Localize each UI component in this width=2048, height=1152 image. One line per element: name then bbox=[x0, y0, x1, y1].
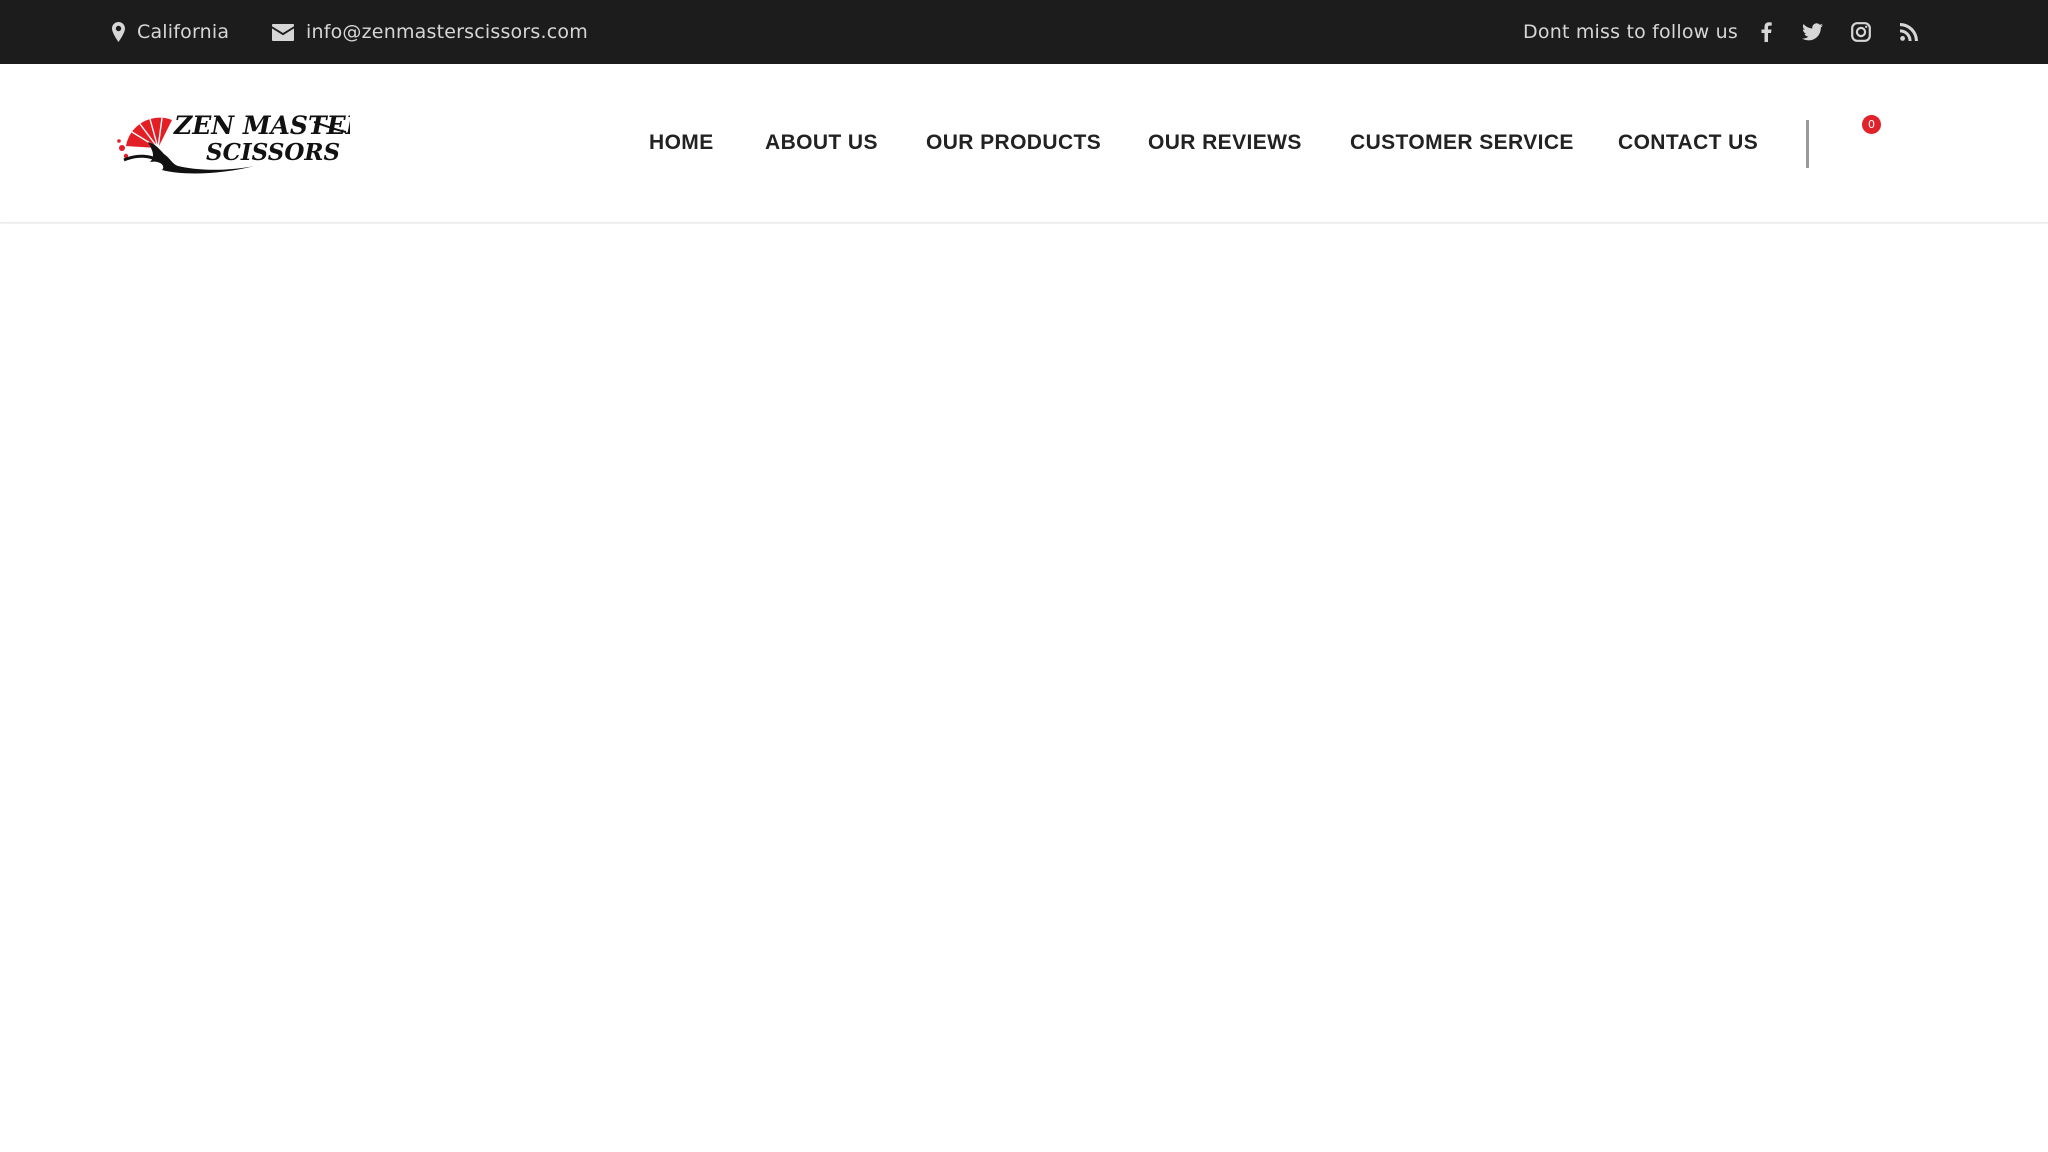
nav-home[interactable]: HOME bbox=[649, 64, 714, 222]
nav-customer-service[interactable]: CUSTOMER SERVICE bbox=[1350, 64, 1574, 222]
site-header: ZEN MASTER SCISSORS HOME ABOUT US OUR PR… bbox=[0, 64, 2048, 223]
envelope-icon bbox=[272, 23, 294, 41]
twitter-icon[interactable] bbox=[1796, 0, 1828, 64]
site-logo[interactable]: ZEN MASTER SCISSORS bbox=[114, 104, 366, 180]
nav-divider bbox=[1806, 120, 1809, 168]
logo-line2: SCISSORS bbox=[206, 139, 340, 166]
follow-text: Dont miss to follow us bbox=[1523, 21, 1738, 43]
instagram-icon[interactable] bbox=[1845, 0, 1877, 64]
top-bar: California info@zenmasterscissors.com Do… bbox=[0, 0, 2048, 64]
nav-our-products[interactable]: OUR PRODUCTS bbox=[926, 64, 1101, 222]
nav-our-reviews[interactable]: OUR REVIEWS bbox=[1148, 64, 1302, 222]
map-marker-icon bbox=[112, 22, 125, 42]
cart-count-badge: 0 bbox=[1862, 115, 1881, 134]
facebook-icon[interactable] bbox=[1750, 0, 1782, 64]
nav-about-us[interactable]: ABOUT US bbox=[765, 64, 878, 222]
rss-icon[interactable] bbox=[1893, 0, 1925, 64]
main-content bbox=[0, 224, 2048, 1152]
location-text: California bbox=[137, 21, 230, 43]
email-link[interactable]: info@zenmasterscissors.com bbox=[306, 21, 588, 43]
location-info: California bbox=[112, 0, 229, 64]
email-info[interactable]: info@zenmasterscissors.com bbox=[272, 0, 588, 64]
nav-contact-us[interactable]: CONTACT US bbox=[1618, 64, 1758, 222]
